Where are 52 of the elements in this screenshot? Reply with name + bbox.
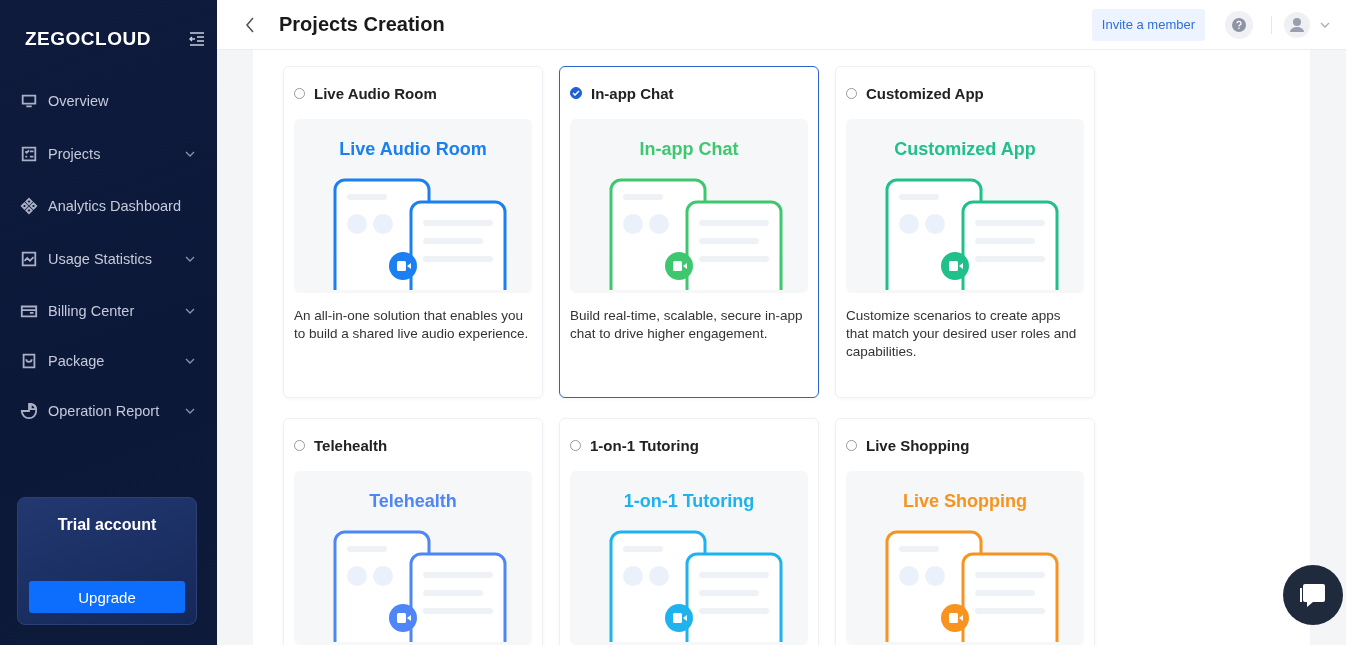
collapse-icon[interactable] bbox=[189, 32, 205, 46]
chevron-down-icon bbox=[185, 408, 195, 414]
nav-item-icon bbox=[20, 144, 38, 163]
card-title: Live Shopping bbox=[866, 436, 970, 454]
chat-icon bbox=[1299, 582, 1327, 608]
nav-item[interactable]: Operation Report bbox=[0, 386, 217, 436]
card-title: Live Audio Room bbox=[314, 84, 437, 102]
back-icon[interactable] bbox=[245, 16, 255, 33]
invite-button[interactable]: Invite a member bbox=[1091, 8, 1205, 41]
nav-item-icon bbox=[20, 402, 38, 420]
card-description: An all-in-one solution that enables you to build a shared live audio experience. bbox=[294, 307, 530, 343]
card-description: Build real-time, scalable, secure in-app chat to drive higher engagement. bbox=[570, 307, 804, 343]
radio-button[interactable] bbox=[570, 87, 582, 99]
project-type-card[interactable]: Telehealth Telehealth bbox=[283, 418, 543, 645]
avatar-icon[interactable] bbox=[1284, 11, 1310, 38]
card-title: 1-on-1 Tutoring bbox=[590, 436, 699, 454]
chevron-down-icon bbox=[185, 308, 195, 314]
nav-item[interactable]: Package bbox=[0, 336, 217, 386]
trial-title: Trial account bbox=[57, 516, 157, 534]
nav-item-icon bbox=[20, 352, 38, 370]
project-type-card[interactable]: Customized App Customized App Customize scenarios to create apps that match your desired user roles and capabilities. bbox=[835, 66, 1095, 398]
upgrade-button[interactable]: Upgrade bbox=[29, 581, 185, 613]
chevron-down-icon bbox=[185, 255, 195, 262]
nav-item-icon bbox=[20, 249, 38, 268]
nav-item[interactable]: Usage Statistics bbox=[0, 231, 217, 286]
chevron-down-icon[interactable] bbox=[1320, 21, 1330, 28]
card-description: Customize scenarios to create apps that match your desired user roles and capabilities. bbox=[846, 307, 1078, 361]
project-type-card[interactable]: In-app Chat In-app Chat Build real-time, scalable, secure in-app chat to drive higher engagement. bbox=[559, 66, 819, 398]
chat-button[interactable] bbox=[1283, 565, 1343, 625]
banner-title: In-app Chat bbox=[639, 139, 739, 160]
project-type-card[interactable]: Live Shopping Live Shopping bbox=[835, 418, 1095, 645]
card-title: Customized App bbox=[866, 84, 984, 102]
banner-title: 1-on-1 Tutoring bbox=[623, 491, 755, 512]
project-type-card[interactable]: 1-on-1 Tutoring 1-on-1 Tutoring bbox=[559, 418, 819, 645]
page-title: Projects Creation bbox=[279, 13, 445, 36]
nav-item[interactable]: Overview bbox=[0, 76, 217, 126]
chevron-down-icon bbox=[185, 150, 195, 157]
nav-item[interactable]: Analytics Dashboard bbox=[0, 181, 217, 231]
project-type-card[interactable]: Live Audio Room Live Audio Room An all-in-one solution that enables you to build a shared live audio experience. bbox=[283, 66, 543, 398]
nav-item[interactable]: Projects bbox=[0, 126, 217, 181]
card-title: Telehealth bbox=[314, 436, 388, 454]
banner-title: Live Shopping bbox=[903, 491, 1027, 512]
card-title: In-app Chat bbox=[591, 84, 674, 102]
logo: ZEGOCLOUD bbox=[25, 28, 151, 50]
nav-item[interactable]: Billing Center bbox=[0, 286, 217, 336]
banner-title: Customized App bbox=[894, 139, 1036, 160]
banner-title: Live Audio Room bbox=[339, 139, 487, 160]
banner-title: Telehealth bbox=[369, 491, 457, 512]
nav-item-icon bbox=[20, 197, 38, 215]
help-icon[interactable] bbox=[1225, 10, 1253, 39]
chevron-down-icon bbox=[185, 358, 195, 364]
nav-item-icon bbox=[20, 92, 38, 110]
